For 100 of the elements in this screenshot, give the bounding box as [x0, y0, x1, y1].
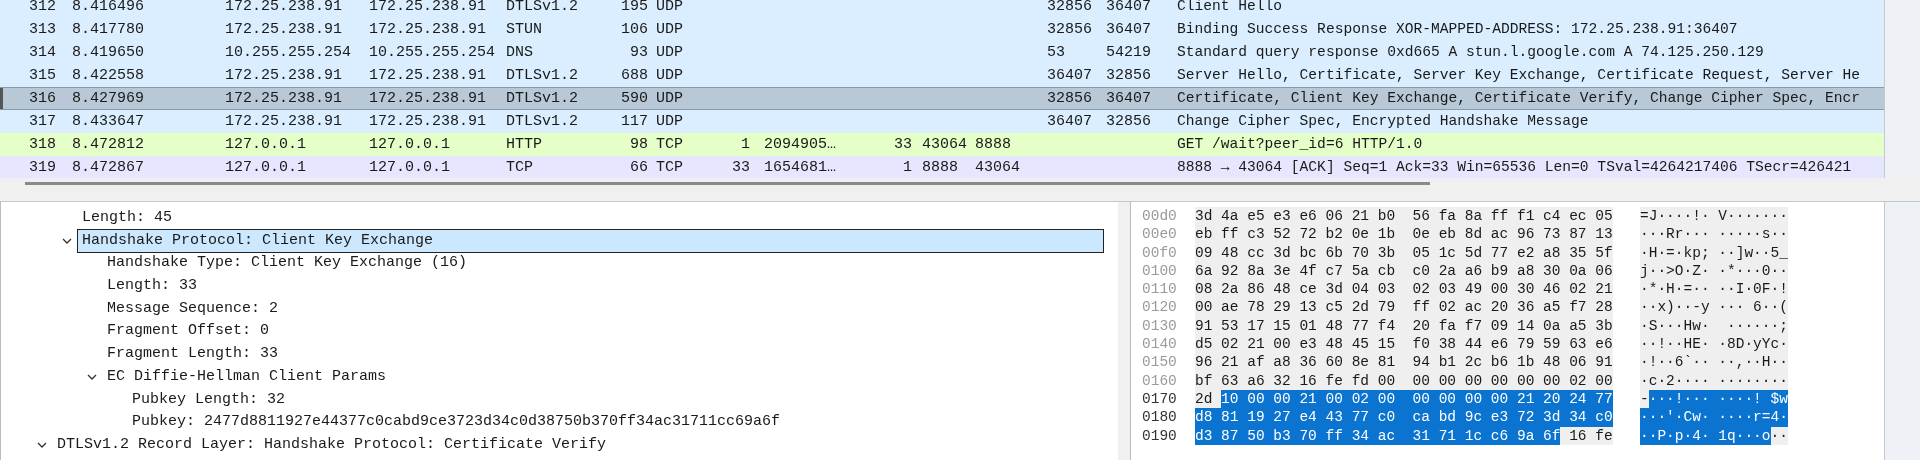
- table-cell: 33: [732, 159, 750, 176]
- ascii-text[interactable]: ···'·Cw· ····r=4·: [1640, 408, 1788, 427]
- table-cell: 10.255.255.254: [225, 44, 352, 61]
- table-cell: GET /wait?peer_id=6 HTTP/1.0: [1177, 136, 1423, 152]
- hex-offset: 0120: [1142, 298, 1178, 317]
- table-cell: 8888: [975, 136, 1011, 153]
- tree-item[interactable]: Message Sequence: 2: [102, 296, 1118, 322]
- table-cell: 8.422558: [72, 67, 144, 84]
- ascii-text[interactable]: ·*·H·=·· ··I·0F·!: [1640, 280, 1788, 299]
- packet-row[interactable]: 319 8.472867 127.0.0.1 127.0.0.1 TCP 66 TCP 33 1654681… 1 8888 43064 8888 → 43064 [ACK] Seq=1 Ack=33 Win=65536 Len=0 TSval=4264217406 TSecr=426421: [0, 156, 1884, 178]
- table-cell: 172.25.238.91: [225, 90, 343, 107]
- tree-item[interactable]: Handshake Type: Client Key Exchange (16): [102, 251, 1118, 277]
- table-cell: 195: [621, 0, 648, 15]
- table-cell: 127.0.0.1: [369, 159, 450, 176]
- table-cell: UDP: [656, 113, 683, 130]
- ascii-text[interactable]: ··!··HE· ·8D·yYc·: [1640, 335, 1788, 354]
- hex-offset: 0140: [1142, 335, 1178, 354]
- table-cell: 106: [621, 21, 648, 38]
- tree-item[interactable]: Handshake Protocol: Client Key Exchange: [77, 228, 1104, 254]
- tree-item[interactable]: EC Diffie-Hellman Client Params: [102, 364, 1118, 390]
- table-cell: 8.433647: [72, 113, 144, 130]
- table-cell: STUN: [506, 21, 542, 38]
- tree-item[interactable]: DTLSv1.2 Record Layer: Handshake Protocol: Certificate Verify: [52, 432, 1118, 458]
- table-cell: 36407: [1106, 0, 1151, 15]
- scrollbar[interactable]: [1884, 202, 1920, 460]
- tree-item[interactable]: Length: 33: [102, 274, 1118, 299]
- table-cell: 318: [29, 136, 56, 153]
- hex-offset: 0190: [1142, 426, 1178, 445]
- table-cell: TCP: [506, 159, 533, 176]
- table-cell: DTLSv1.2: [506, 113, 578, 130]
- table-cell: 36407: [1047, 67, 1092, 84]
- table-cell: TCP: [656, 159, 683, 176]
- table-cell: 172.25.238.91: [225, 0, 343, 15]
- ascii-text[interactable]: ··x)··-y ··· 6··(: [1640, 298, 1788, 317]
- table-cell: 32856: [1047, 21, 1092, 38]
- hex-bytes[interactable]: 00 ae 78 29 13 c5 2d 79 ff 02 ac 20 36 a5 f7 28: [1195, 298, 1613, 317]
- table-cell: 172.25.238.91: [369, 90, 487, 107]
- table-cell: 8.417780: [72, 21, 144, 38]
- tree-item[interactable]: Fragment Offset: 0: [102, 319, 1118, 345]
- table-cell: 32856: [1106, 67, 1151, 84]
- table-cell: 314: [29, 44, 56, 61]
- hex-bytes[interactable]: 08 2a 86 48 ce 3d 04 03 02 03 49 00 30 46 02 21: [1195, 280, 1613, 299]
- table-cell: DTLSv1.2: [506, 0, 578, 15]
- table-cell: 43064: [922, 136, 967, 153]
- table-cell: 312: [29, 0, 56, 15]
- table-cell: 315: [29, 67, 56, 84]
- tree-item[interactable]: Length: 45: [77, 206, 1118, 231]
- ascii-text[interactable]: ·!··6`·· ··,··H··: [1640, 353, 1788, 372]
- table-cell: 98: [630, 136, 648, 153]
- table-cell: 36407: [1106, 21, 1151, 38]
- scrollbar[interactable]: [1884, 0, 1920, 178]
- table-cell: 32856: [1106, 113, 1151, 130]
- hex-bytes[interactable]: d5 02 21 00 e3 48 45 15 f0 38 44 e6 79 59 63 e6: [1195, 335, 1613, 354]
- table-cell: 32856: [1047, 90, 1092, 107]
- hex-bytes[interactable]: 96 21 af a8 36 60 8e 81 94 b1 2c b6 1b 48 06 91: [1195, 353, 1613, 372]
- table-cell: 127.0.0.1: [225, 136, 306, 153]
- table-cell: 316: [29, 90, 56, 107]
- packet-row[interactable]: 313 8.417780 172.25.238.91 172.25.238.91 STUN 106 UDP 32856 36407 Binding Success Response XOR-MAPPED-ADDRESS: 172.25.238.91:36407: [0, 18, 1884, 41]
- table-cell: 36407: [1047, 113, 1092, 130]
- table-cell: Binding Success Response XOR-MAPPED-ADDRESS: 172.25.238.91:36407: [1177, 21, 1738, 37]
- table-cell: 172.25.238.91: [225, 21, 343, 38]
- ascii-text[interactable]: ···Rr··· ·····s··: [1640, 225, 1788, 244]
- table-cell: 590: [621, 90, 648, 107]
- tree-item[interactable]: Fragment Length: 33: [102, 342, 1118, 367]
- table-cell: 66: [630, 159, 648, 176]
- table-cell: 8.472867: [72, 159, 144, 176]
- table-cell: 8888: [922, 159, 958, 176]
- packet-row[interactable]: 318 8.472812 127.0.0.1 127.0.0.1 HTTP 98 TCP 1 2094905… 33 43064 8888 GET /wait?peer_id=6 HTTP/1.0: [0, 133, 1884, 156]
- table-cell: 319: [29, 159, 56, 176]
- table-cell: 1: [741, 136, 750, 153]
- table-cell: DNS: [506, 44, 533, 61]
- table-cell: HTTP: [506, 136, 542, 153]
- scrollbar-thumb[interactable]: [25, 182, 1430, 185]
- table-cell: 1654681…: [764, 159, 836, 176]
- table-cell: 8.472812: [72, 136, 144, 153]
- packet-row[interactable]: 316 8.427969 172.25.238.91 172.25.238.91 DTLSv1.2 590 UDP 32856 36407 Certificate, Client Key Exchange, Certificate Verify, Change Cipher Spec, Encr: [0, 87, 1884, 110]
- tree-item[interactable]: Pubkey: 2477d8811927e44377c0cabd9ce3723d34c0d38750b370ff34ac31711cc69a6f: [127, 410, 1118, 435]
- table-cell: 172.25.238.91: [369, 0, 487, 15]
- packet-row[interactable]: 317 8.433647 172.25.238.91 172.25.238.91 DTLSv1.2 117 UDP 36407 32856 Change Cipher Spec, Encrypted Handshake Message: [0, 110, 1884, 133]
- ascii-text[interactable]: -: [1640, 389, 1649, 409]
- table-cell: UDP: [656, 67, 683, 84]
- hex-bytes[interactable]: eb ff c3 52 72 b2 0e 1b 0e eb 8d ac 96 73 87 13: [1195, 225, 1613, 244]
- packet-row[interactable]: 315 8.422558 172.25.238.91 172.25.238.91 DTLSv1.2 688 UDP 36407 32856 Server Hello, Certificate, Server Key Exchange, Certificate Request, Server He: [0, 64, 1884, 87]
- packet-row[interactable]: 314 8.419650 10.255.255.254 10.255.255.254 DNS 93 UDP 53 54219 Standard query response 0xd665 A stun.l.google.com A 74.125.250.129: [0, 41, 1884, 64]
- table-cell: 117: [621, 113, 648, 130]
- table-cell: Client Hello: [1177, 0, 1283, 14]
- table-cell: 8.427969: [72, 90, 144, 107]
- tree-item[interactable]: Pubkey Length: 32: [127, 387, 1118, 413]
- table-cell: 8888 → 43064 [ACK] Seq=1 Ack=33 Win=65536 Len=0 TSval=4264217406 TSecr=426421: [1177, 159, 1852, 175]
- table-cell: Change Cipher Spec, Encrypted Handshake Message: [1177, 113, 1589, 129]
- hex-offset: 0110: [1142, 280, 1178, 299]
- hex-offset: 0100: [1142, 261, 1178, 281]
- hex-offset: 00f0: [1142, 243, 1178, 262]
- table-cell: 172.25.238.91: [369, 113, 487, 130]
- packet-row[interactable]: 312 8.416496 172.25.238.91 172.25.238.91 DTLSv1.2 195 UDP 32856 36407 Client Hello: [0, 0, 1884, 18]
- table-cell: 172.25.238.91: [369, 21, 487, 38]
- hex-bytes[interactable]: 3d 4a e5 e3 e6 06 21 b0 56 fa 8a ff f1 c4 ec 05: [1195, 207, 1613, 226]
- ascii-text[interactable]: =J····!· V·······: [1640, 207, 1788, 226]
- hex-bytes[interactable]: d8 81 19 27 e4 43 77 c0 ca bd 9c e3 72 3d 34 c0: [1195, 408, 1613, 427]
- table-cell: 127.0.0.1: [225, 159, 306, 176]
